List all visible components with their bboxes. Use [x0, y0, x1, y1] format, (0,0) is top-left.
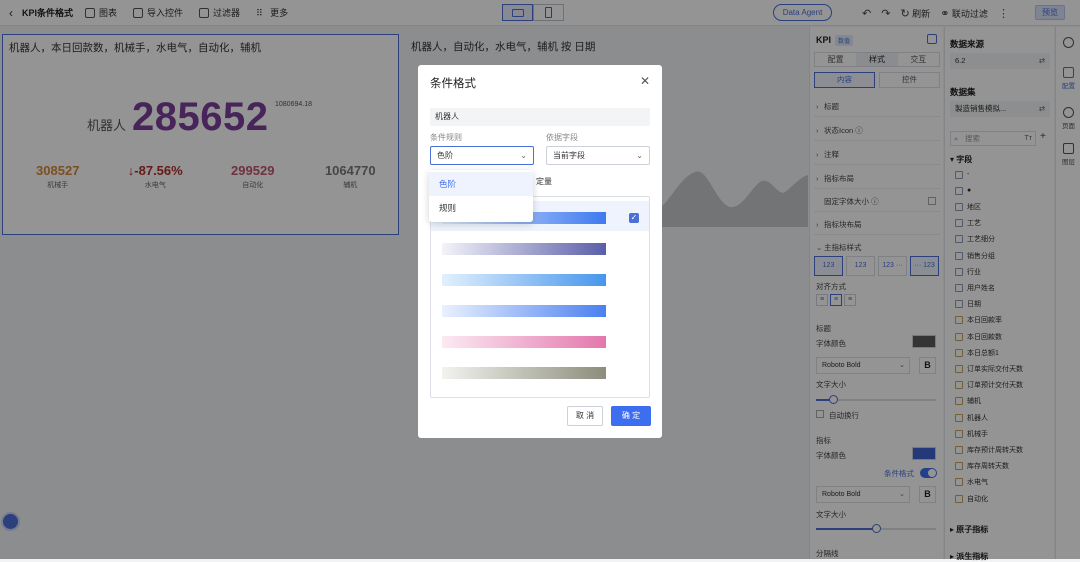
condition-format-dialog: 条件格式 ✕ 机器人 条件规则 依据字段 色阶 ⌄ 当前字段 ⌄ 定量 ✓ 取 消 …	[418, 65, 662, 438]
rule-select-value: 色阶	[437, 151, 453, 160]
gradient-swatch	[442, 367, 606, 379]
rule-select[interactable]: 色阶 ⌄	[430, 146, 534, 165]
gradient-list: ✓	[430, 196, 650, 398]
gradient-option[interactable]	[431, 356, 649, 386]
basis-label: 依据字段	[546, 133, 578, 142]
chevron-down-icon: ⌄	[520, 151, 527, 160]
gradient-option[interactable]	[431, 263, 649, 293]
cancel-button[interactable]: 取 消	[567, 406, 603, 426]
gradient-swatch	[442, 274, 606, 286]
close-icon[interactable]: ✕	[640, 74, 650, 88]
basis-select[interactable]: 当前字段 ⌄	[546, 146, 650, 165]
dropdown-option-color-scale[interactable]: 色阶	[429, 172, 533, 196]
basis-select-value: 当前字段	[553, 151, 585, 160]
checkbox-checked-icon[interactable]: ✓	[629, 213, 639, 223]
gradient-option[interactable]	[431, 232, 649, 262]
confirm-button[interactable]: 确 定	[611, 406, 651, 426]
dropdown-option-rule[interactable]: 规则	[429, 196, 533, 220]
gradient-option[interactable]	[431, 325, 649, 355]
gradient-swatch	[442, 336, 606, 348]
gradient-swatch	[442, 243, 606, 255]
dialog-title: 条件格式	[430, 78, 476, 90]
gradient-swatch	[442, 305, 606, 317]
rule-dropdown-menu: 色阶 规则	[429, 170, 533, 222]
rule-label: 条件规则	[430, 133, 462, 142]
gradient-option[interactable]	[431, 294, 649, 324]
quantitative-tab[interactable]: 定量	[536, 176, 552, 187]
field-name-display: 机器人	[430, 108, 650, 126]
chevron-down-icon: ⌄	[636, 151, 643, 160]
